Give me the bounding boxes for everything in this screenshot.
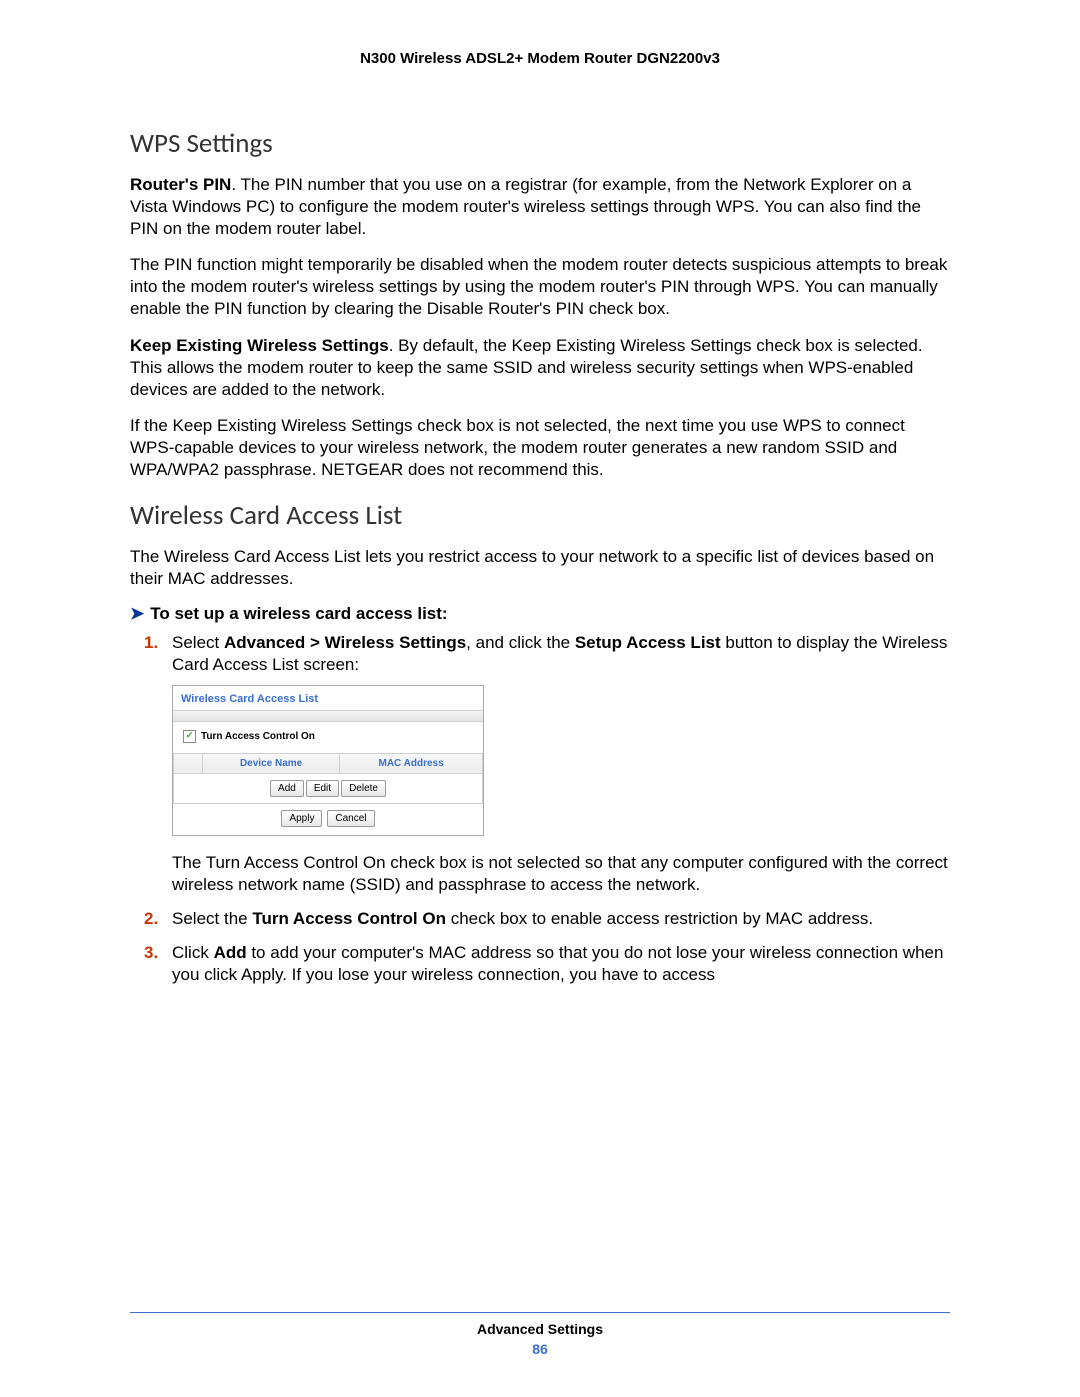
edit-button[interactable]: Edit <box>306 780 339 797</box>
page-footer: Advanced Settings 86 <box>130 1312 950 1357</box>
screenshot-wireless-card-access-list: Wireless Card Access List ✓ Turn Access … <box>172 685 484 836</box>
text: check box to enable access restriction b… <box>446 909 873 928</box>
cancel-button[interactable]: Cancel <box>327 810 374 827</box>
text: to add your computer's MAC address so th… <box>172 943 943 984</box>
checkbox-row: ✓ Turn Access Control On <box>173 722 483 753</box>
step-3: Click Add to add your computer's MAC add… <box>172 942 950 986</box>
para-pin-disabled: The PIN function might temporarily be di… <box>130 254 950 320</box>
arrow-icon: ➤ <box>130 604 144 623</box>
checkbox-icon[interactable]: ✓ <box>183 730 196 743</box>
label-keep-existing: Keep Existing Wireless Settings <box>130 336 389 355</box>
delete-button[interactable]: Delete <box>341 780 386 797</box>
col-device-name: Device Name <box>203 753 340 773</box>
checkbox-name: Turn Access Control On <box>252 909 446 928</box>
para-wcal-intro: The Wireless Card Access List lets you r… <box>130 546 950 590</box>
document-header: N300 Wireless ADSL2+ Modem Router DGN220… <box>130 50 950 67</box>
footer-rule <box>130 1312 950 1313</box>
add-button[interactable]: Add <box>270 780 304 797</box>
step-1: Select Advanced > Wireless Settings, and… <box>172 632 950 896</box>
device-table: Device Name MAC Address AddEditDelete <box>173 753 483 804</box>
procedure-heading: ➤ To set up a wireless card access list: <box>130 604 950 624</box>
label-routers-pin: Router's PIN <box>130 175 231 194</box>
para-keep-existing-2: If the Keep Existing Wireless Settings c… <box>130 415 950 481</box>
text: Select the <box>172 909 252 928</box>
text: Select <box>172 633 224 652</box>
step-2: Select the Turn Access Control On check … <box>172 908 950 930</box>
apply-button[interactable]: Apply <box>281 810 322 827</box>
text: Click <box>172 943 214 962</box>
heading-wireless-card-access-list: Wireless Card Access List <box>130 499 950 532</box>
para-after-screenshot: The Turn Access Control On check box is … <box>172 853 948 894</box>
para-keep-existing: Keep Existing Wireless Settings. By defa… <box>130 335 950 401</box>
separator <box>173 710 483 722</box>
table-button-row: AddEditDelete <box>174 773 483 803</box>
col-blank <box>174 753 203 773</box>
bottom-button-row: Apply Cancel <box>173 804 483 835</box>
button-name: Setup Access List <box>575 633 721 652</box>
footer-section-title: Advanced Settings <box>130 1321 950 1337</box>
screenshot-title: Wireless Card Access List <box>173 686 483 710</box>
menu-path: Advanced > Wireless Settings <box>224 633 466 652</box>
heading-wps-settings: WPS Settings <box>130 127 950 160</box>
text: , and click the <box>466 633 575 652</box>
para-routers-pin: Router's PIN. The PIN number that you us… <box>130 174 950 240</box>
footer-page-number: 86 <box>130 1341 950 1357</box>
text: . The PIN number that you use on a regis… <box>130 175 921 238</box>
col-mac-address: MAC Address <box>340 753 483 773</box>
checkbox-label: Turn Access Control On <box>201 730 315 743</box>
button-name: Add <box>214 943 247 962</box>
procedure-title: To set up a wireless card access list: <box>150 604 447 623</box>
